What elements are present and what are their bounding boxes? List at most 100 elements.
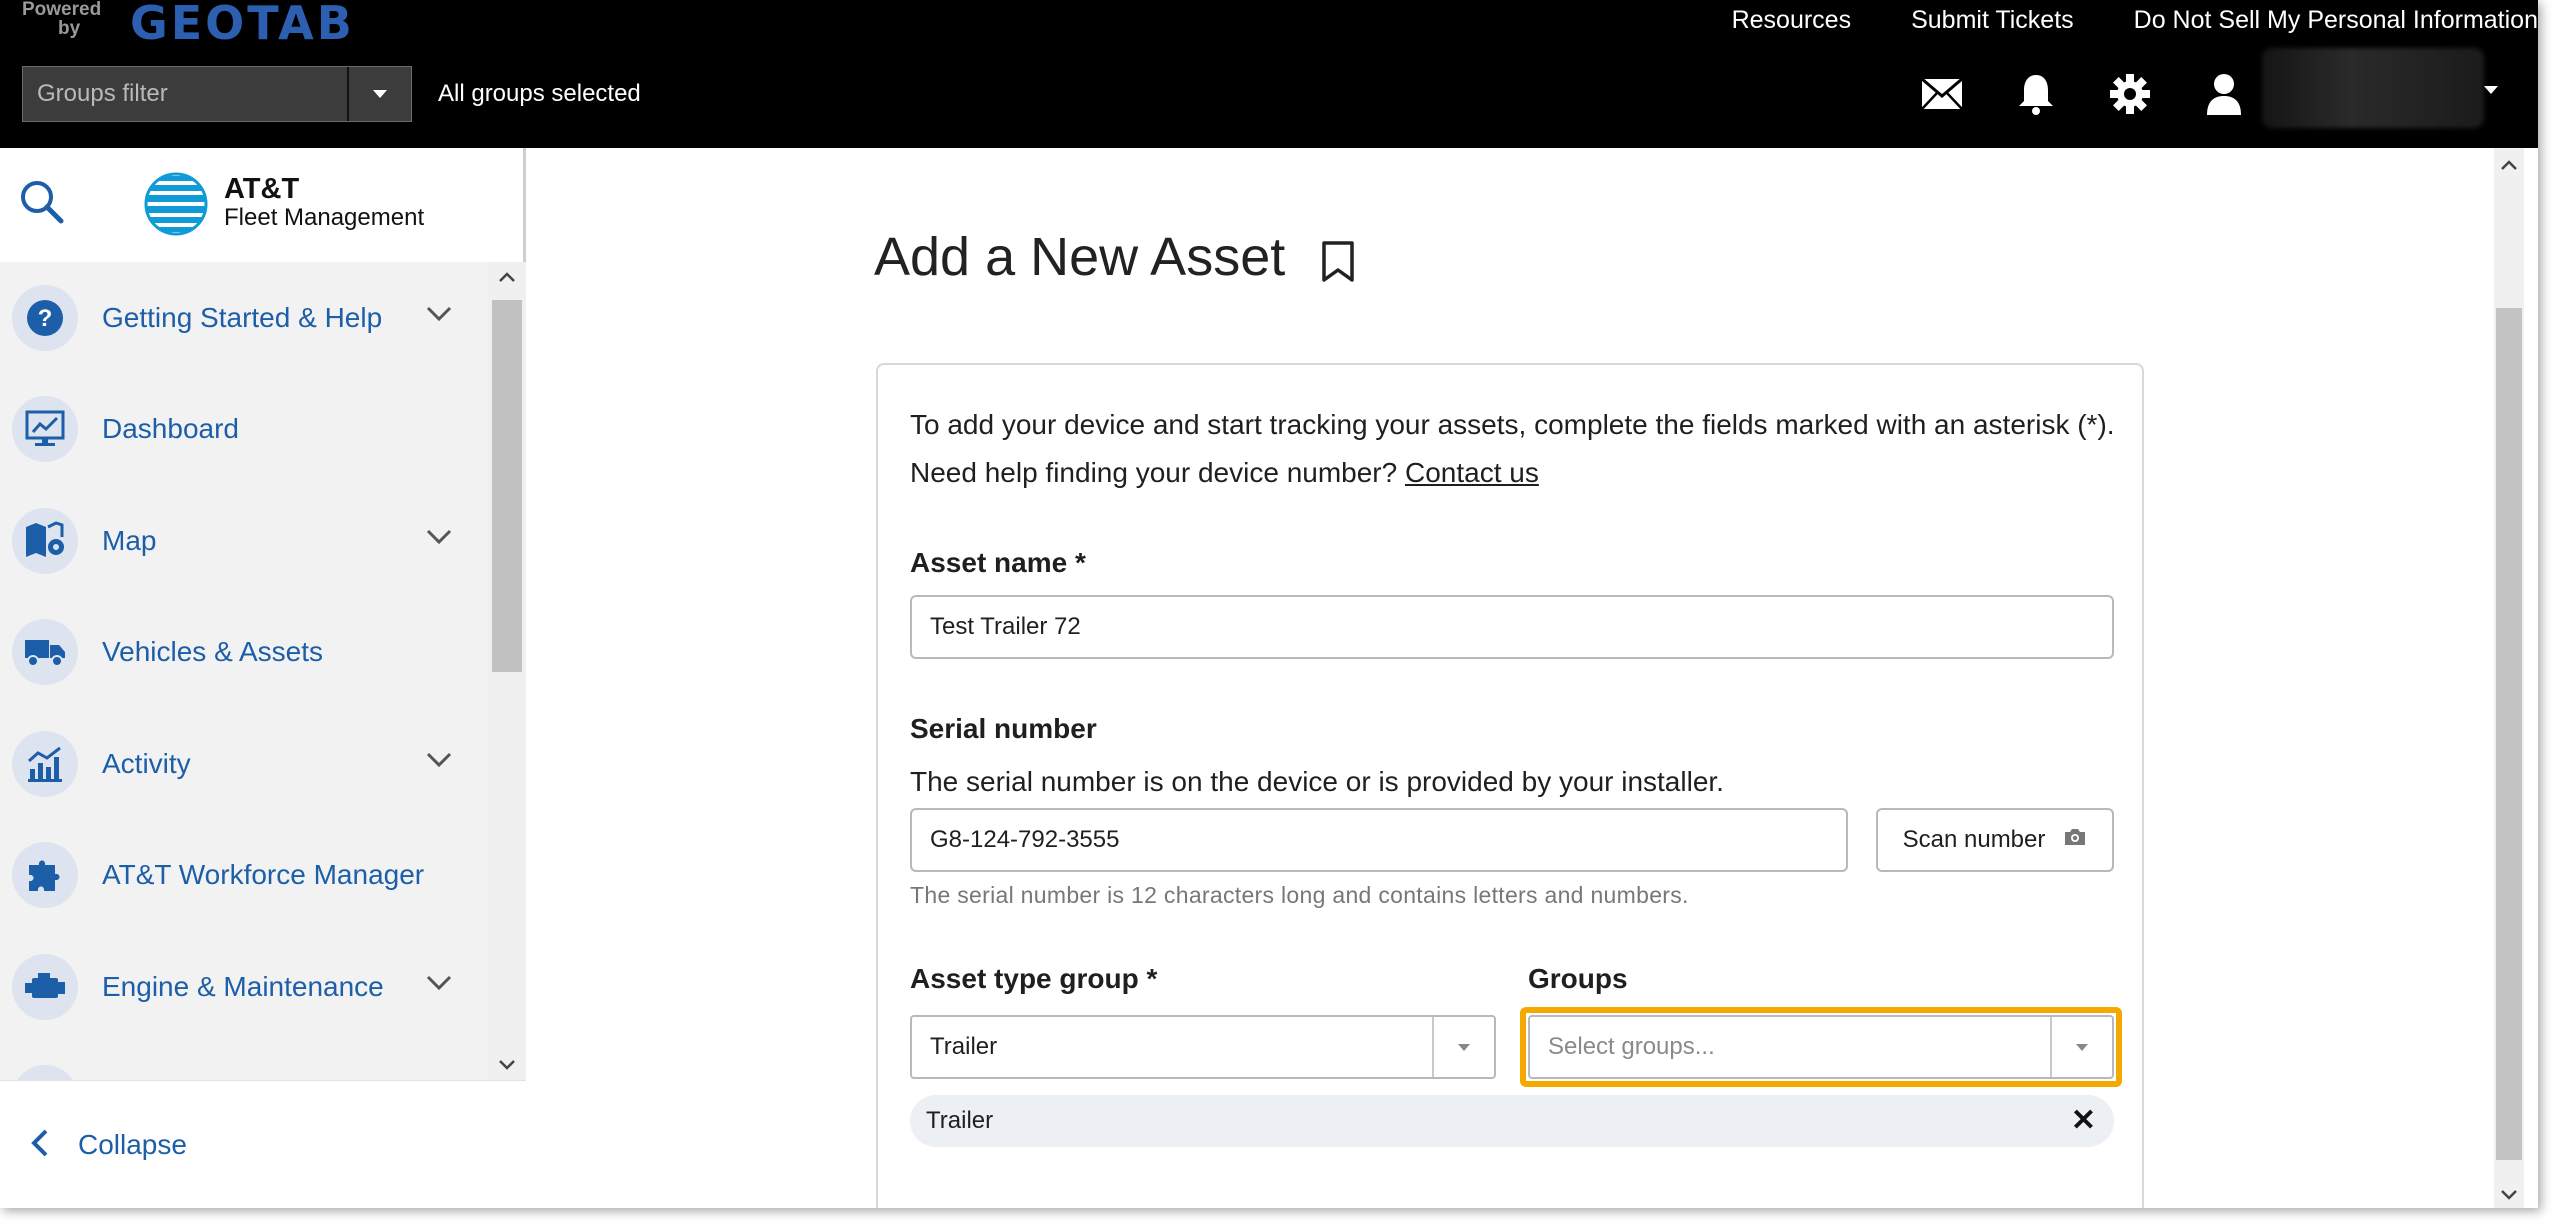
- sidebar-item-label: Dashboard: [102, 413, 239, 445]
- svg-text:?: ?: [38, 305, 53, 332]
- sidebar-item-workforce-manager[interactable]: AT&T Workforce Manager: [0, 820, 488, 932]
- serial-number-input[interactable]: G8-124-792-3555: [910, 808, 1848, 872]
- asset-type-group-value: Trailer: [930, 1033, 998, 1060]
- scroll-up-icon[interactable]: [498, 270, 516, 288]
- scroll-up-icon[interactable]: [2500, 158, 2518, 176]
- att-fleet-logo-text: AT&T Fleet Management: [224, 174, 424, 232]
- geotab-logo[interactable]: GEOTAB: [130, 0, 355, 50]
- collapse-label: Collapse: [78, 1129, 187, 1160]
- mail-icon[interactable]: [1918, 70, 1966, 118]
- sidebar-item-partial[interactable]: [0, 1043, 488, 1080]
- serial-number-help: The serial number is on the device or is…: [910, 766, 1724, 797]
- camera-icon: [2063, 826, 2087, 854]
- groups-placeholder: Select groups...: [1548, 1033, 1715, 1060]
- bell-icon[interactable]: [2012, 70, 2060, 118]
- groups-filter-input[interactable]: Groups filter: [22, 66, 412, 122]
- groups-filter-placeholder: Groups filter: [37, 80, 168, 107]
- help-icon: ?: [12, 284, 78, 351]
- asset-type-group-label: Asset type group *: [910, 963, 1158, 994]
- scan-number-label: Scan number: [1902, 826, 2046, 853]
- sidebar-item-label: Vehicles & Assets: [102, 636, 324, 668]
- serial-number-hint: The serial number is 12 characters long …: [910, 882, 1689, 908]
- add-asset-form: To add your device and start tracking yo…: [876, 363, 2144, 1208]
- close-icon[interactable]: ✕: [2071, 1106, 2096, 1136]
- serial-number-label: Serial number: [910, 713, 1097, 744]
- contact-us-link[interactable]: Contact us: [1405, 457, 1539, 488]
- powered-text: Powered: [22, 0, 102, 20]
- gear-icon[interactable]: [2106, 70, 2154, 118]
- att-globe-icon: [144, 172, 208, 241]
- chevron-down-icon: [2076, 1043, 2088, 1051]
- groups-status: All groups selected: [438, 80, 641, 107]
- collapse-button[interactable]: Collapse: [0, 1080, 526, 1208]
- asset-type-group-select[interactable]: Trailer: [910, 1015, 1496, 1079]
- top-bar: Powered by GEOTAB Resources Submit Ticke…: [0, 0, 2538, 148]
- intro-text: To add your device and start tracking yo…: [910, 401, 2115, 497]
- chevron-down-icon: [1458, 1043, 1470, 1051]
- selected-group-chip: Trailer ✕: [910, 1095, 2114, 1147]
- sidebar-item-map[interactable]: Map: [0, 485, 488, 597]
- top-links: Resources Submit Tickets Do Not Sell My …: [1732, 6, 2538, 35]
- engine-icon: [12, 953, 78, 1020]
- sidebar-item-label: Map: [102, 524, 157, 556]
- main-scroll-thumb[interactable]: [2496, 308, 2522, 1160]
- menu-item-icon: [12, 1065, 78, 1080]
- search-icon[interactable]: [18, 178, 66, 231]
- main-scrollbar[interactable]: [2494, 148, 2524, 1208]
- asset-name-value: Test Trailer 72: [930, 613, 1081, 640]
- sidebar-item-label: Getting Started & Help: [102, 301, 383, 333]
- sidebar-item-getting-started[interactable]: ? Getting Started & Help: [0, 262, 488, 374]
- by-text: by: [58, 18, 81, 39]
- sidebar-item-engine-maintenance[interactable]: Engine & Maintenance: [0, 931, 488, 1043]
- truck-icon: [12, 619, 78, 686]
- sidebar: AT&T Fleet Management ? Getting Started …: [0, 148, 526, 1208]
- user-icon[interactable]: [2200, 70, 2248, 118]
- sidebar-nav: ? Getting Started & Help Dashboard Map V…: [0, 262, 488, 1080]
- resources-link[interactable]: Resources: [1732, 6, 1852, 35]
- chevron-left-icon: [30, 1128, 50, 1163]
- submit-tickets-link[interactable]: Submit Tickets: [1911, 6, 2074, 35]
- sidebar-scrollbar[interactable]: [488, 262, 526, 1080]
- dashboard-icon: [12, 396, 78, 463]
- chevron-down-icon[interactable]: [426, 306, 452, 327]
- puzzle-icon: [12, 842, 78, 909]
- scroll-down-icon[interactable]: [498, 1058, 516, 1076]
- page-title: Add a New Asset: [874, 227, 1286, 287]
- att-logo-line2: Fleet Management: [224, 204, 425, 231]
- chevron-down-icon[interactable]: [426, 752, 452, 773]
- groups-dropdown-button[interactable]: [2050, 1017, 2112, 1077]
- intro-line-1: To add your device and start tracking yo…: [910, 409, 2115, 440]
- sidebar-item-label: AT&T Workforce Manager: [102, 859, 425, 891]
- asset-name-label: Asset name *: [910, 547, 1086, 578]
- sidebar-item-label: Activity: [102, 747, 191, 779]
- sidebar-item-activity[interactable]: Activity: [0, 708, 488, 820]
- app-window: Powered by GEOTAB Resources Submit Ticke…: [0, 0, 2538, 1208]
- powered-by-label: Powered by: [22, 0, 101, 38]
- chevron-down-icon: [373, 90, 387, 98]
- activity-chart-icon: [12, 730, 78, 797]
- groups-filter-dropdown-button[interactable]: [347, 67, 411, 121]
- groups-label: Groups: [1528, 963, 1628, 994]
- chip-label: Trailer: [926, 1107, 994, 1134]
- sidebar-item-vehicles-assets[interactable]: Vehicles & Assets: [0, 597, 488, 709]
- map-icon: [12, 507, 78, 574]
- user-menu-chevron-icon[interactable]: [2484, 86, 2498, 94]
- sidebar-item-label: Engine & Maintenance: [102, 970, 384, 1002]
- chevron-down-icon[interactable]: [426, 529, 452, 550]
- user-name-redacted[interactable]: [2262, 48, 2484, 128]
- intro-line-2: Need help finding your device number? Co…: [910, 449, 2115, 497]
- chevron-down-icon[interactable]: [426, 975, 452, 996]
- header-icons: [1918, 70, 2248, 118]
- serial-number-value: G8-124-792-3555: [930, 826, 1120, 853]
- do-not-sell-link[interactable]: Do Not Sell My Personal Information: [2134, 6, 2538, 35]
- intro-line-2-text: Need help finding your device number?: [910, 457, 1398, 488]
- sidebar-item-dashboard[interactable]: Dashboard: [0, 374, 488, 486]
- asset-name-input[interactable]: Test Trailer 72: [910, 595, 2114, 659]
- asset-type-dropdown-button[interactable]: [1432, 1017, 1494, 1077]
- att-logo-line1: AT&T: [224, 173, 300, 205]
- bookmark-icon[interactable]: [1320, 240, 1356, 289]
- sidebar-scroll-thumb[interactable]: [492, 300, 522, 672]
- scan-number-button[interactable]: Scan number: [1876, 808, 2114, 872]
- groups-select[interactable]: Select groups...: [1528, 1015, 2114, 1079]
- scroll-down-icon[interactable]: [2500, 1188, 2518, 1206]
